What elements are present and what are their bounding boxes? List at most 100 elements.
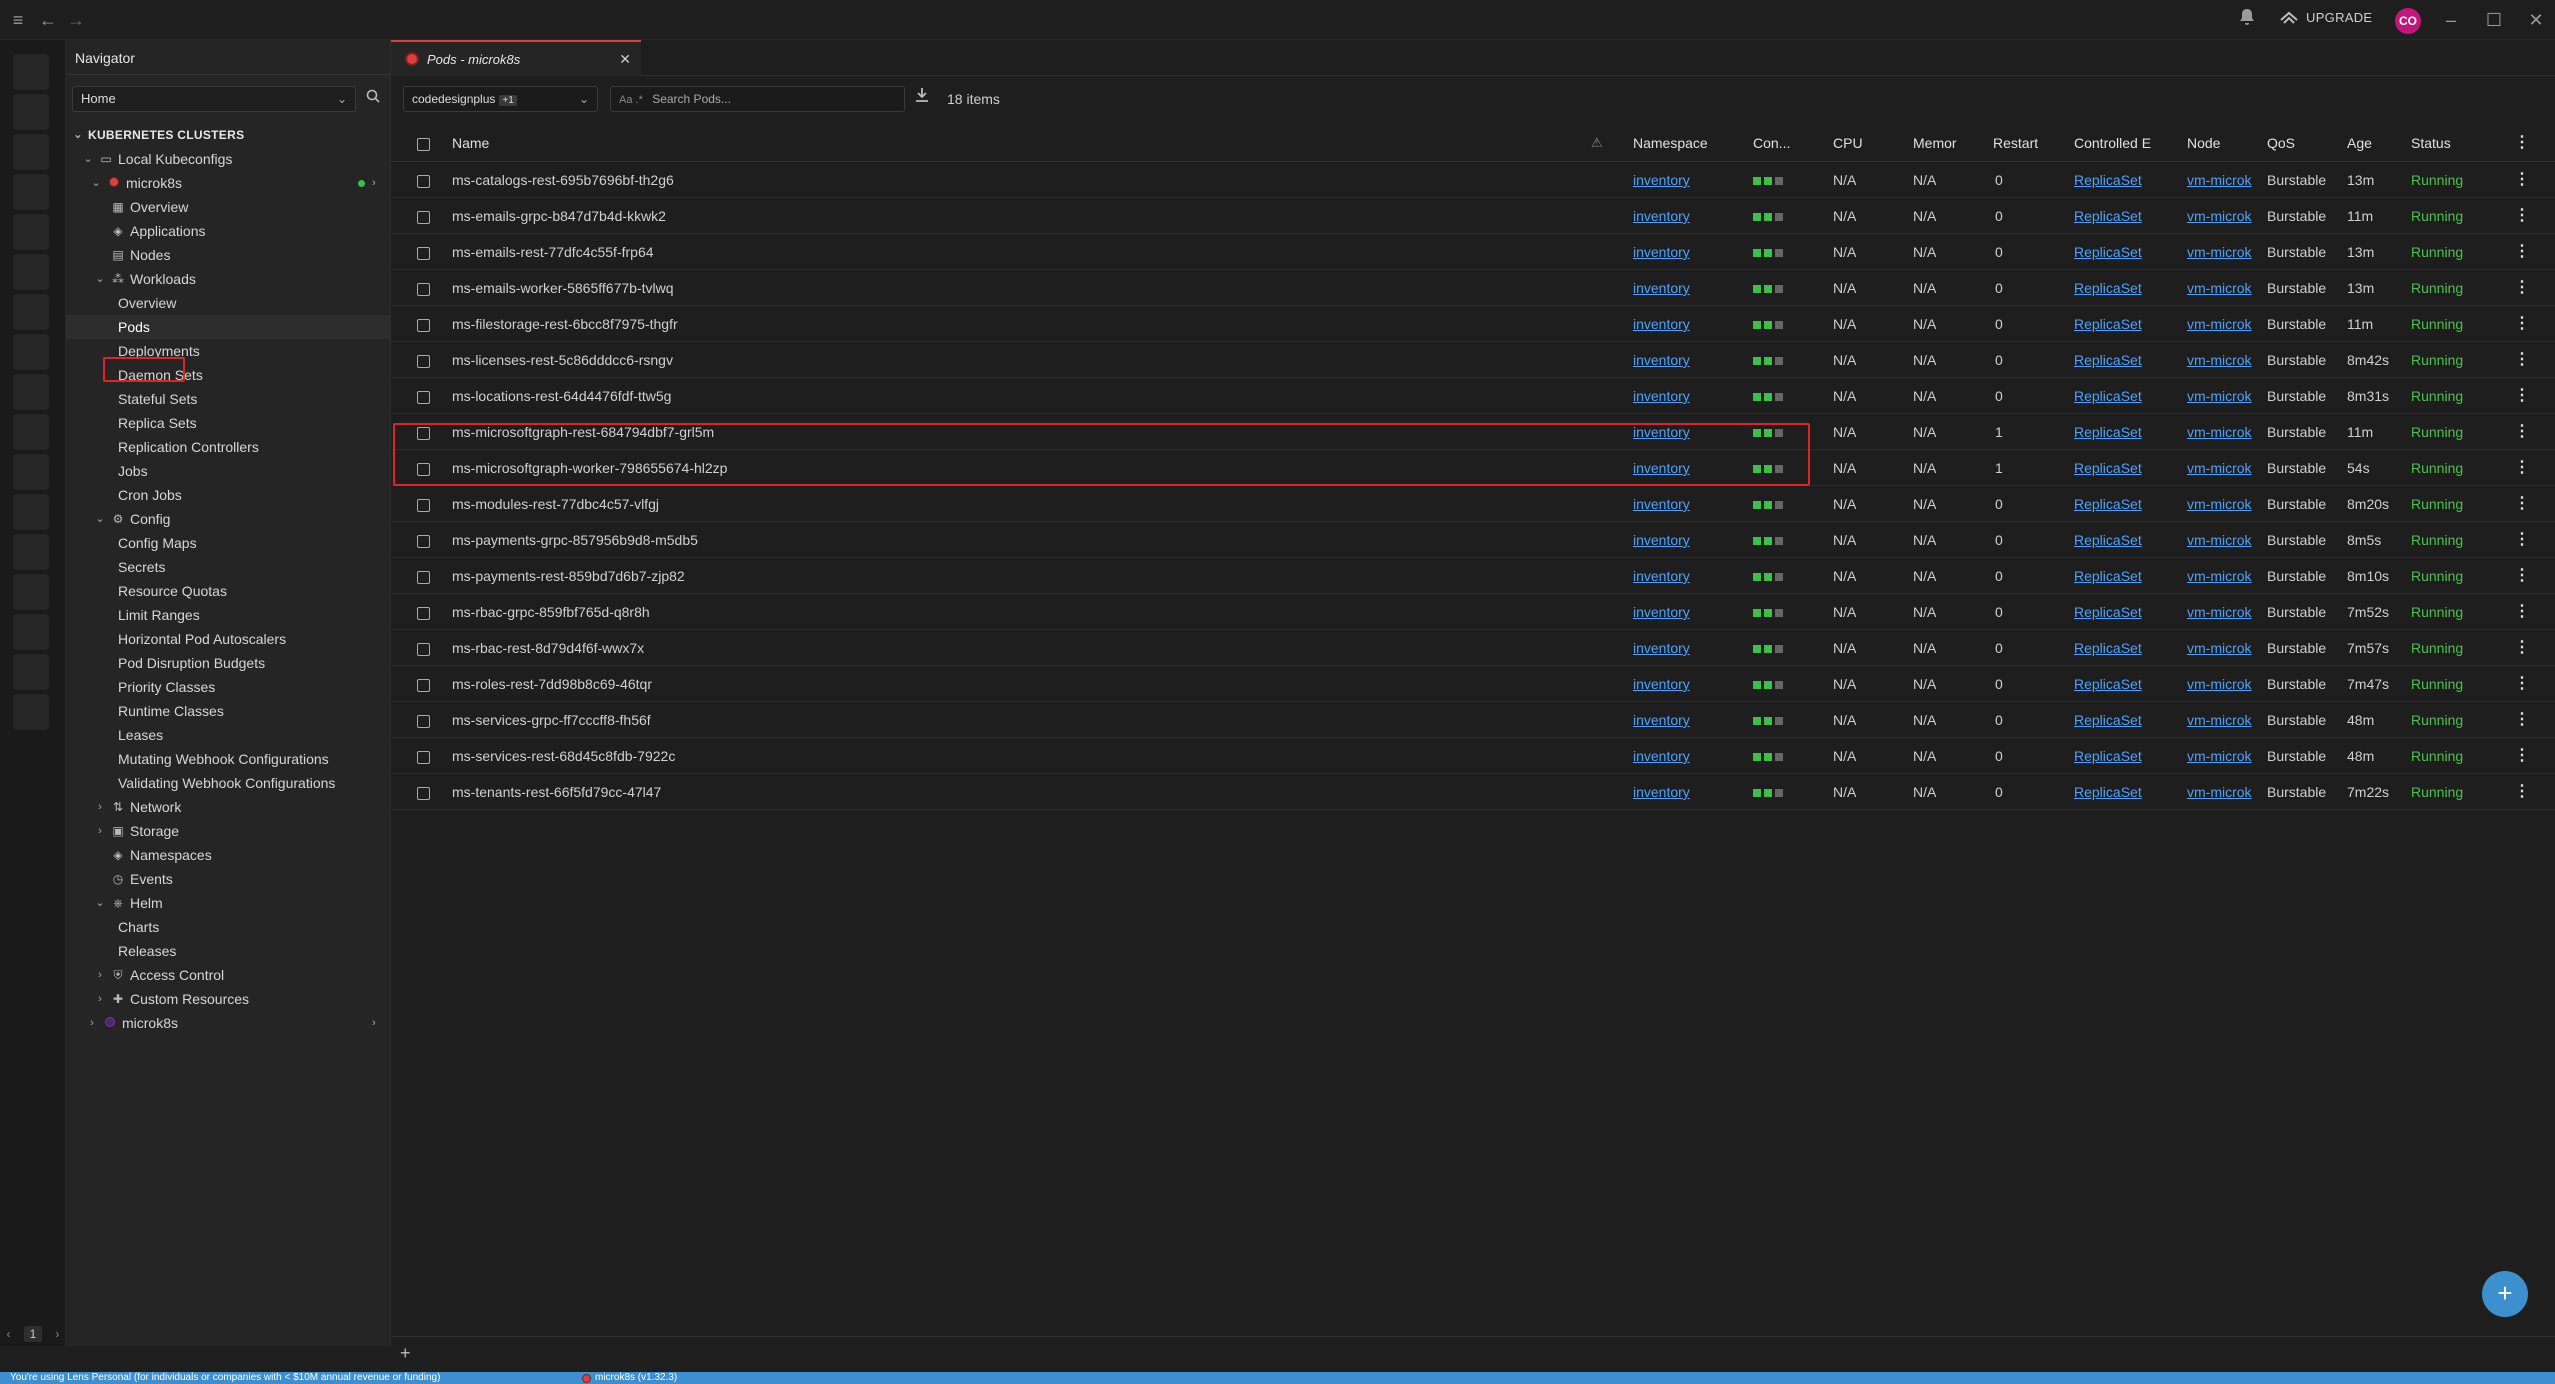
cell-namespace[interactable]: inventory bbox=[1633, 594, 1690, 630]
row-checkbox[interactable] bbox=[417, 198, 430, 234]
cell-controlled-by[interactable]: ReplicaSet bbox=[2074, 738, 2142, 774]
cell-node[interactable]: vm-microk bbox=[2187, 342, 2255, 378]
row-checkbox[interactable] bbox=[417, 738, 430, 774]
row-checkbox[interactable] bbox=[417, 702, 430, 738]
cell-node[interactable]: vm-microk bbox=[2187, 666, 2255, 702]
next-page-icon[interactable]: › bbox=[55, 1327, 59, 1341]
table-row[interactable]: ms-emails-rest-77dfc4c55f-frp64 inventory… bbox=[391, 234, 2555, 270]
cell-namespace[interactable]: inventory bbox=[1633, 234, 1690, 270]
sidebar-item-mutating-webhooks[interactable]: Mutating Webhook Configurations bbox=[118, 747, 329, 771]
upgrade-button[interactable]: UPGRADE bbox=[2280, 10, 2372, 25]
cell-node[interactable]: vm-microk bbox=[2187, 522, 2255, 558]
table-row[interactable]: ms-modules-rest-77dbc4c57-vlfgj inventory… bbox=[391, 486, 2555, 522]
row-menu-icon[interactable]: ⋮ bbox=[2514, 774, 2530, 810]
row-menu-icon[interactable]: ⋮ bbox=[2514, 594, 2530, 630]
menu-icon[interactable]: ≡ bbox=[6, 8, 30, 32]
row-checkbox[interactable] bbox=[417, 666, 430, 702]
row-menu-icon[interactable]: ⋮ bbox=[2514, 198, 2530, 234]
row-checkbox[interactable] bbox=[417, 162, 430, 198]
sidebar-item-charts[interactable]: Charts bbox=[118, 915, 159, 939]
sidebar-item-stateful-sets[interactable]: Stateful Sets bbox=[118, 387, 197, 411]
sidebar-item-replication-controllers[interactable]: Replication Controllers bbox=[118, 435, 259, 459]
sidebar-item-config[interactable]: ⌄ ⚙ Config bbox=[94, 507, 170, 531]
search-field[interactable]: Aa .* bbox=[610, 86, 905, 112]
cell-controlled-by[interactable]: ReplicaSet bbox=[2074, 450, 2142, 486]
sidebar-item-overview[interactable]: ▦ Overview bbox=[110, 195, 188, 219]
table-row[interactable]: ms-locations-rest-64d4476fdf-ttw5g invent… bbox=[391, 378, 2555, 414]
hotbar-item[interactable] bbox=[13, 54, 49, 90]
cell-namespace[interactable]: inventory bbox=[1633, 666, 1690, 702]
sidebar-item-pods[interactable]: Pods bbox=[66, 315, 390, 339]
sidebar-item-custom-resources[interactable]: › ✚ Custom Resources bbox=[94, 987, 249, 1011]
hotbar-item[interactable] bbox=[13, 134, 49, 170]
cell-node[interactable]: vm-microk bbox=[2187, 702, 2255, 738]
cell-node[interactable]: vm-microk bbox=[2187, 378, 2255, 414]
sidebar-item-workloads[interactable]: ⌄ ⁂ Workloads bbox=[94, 267, 196, 291]
sidebar-item-hpa[interactable]: Horizontal Pod Autoscalers bbox=[118, 627, 286, 651]
select-all-checkbox[interactable] bbox=[417, 124, 430, 162]
back-arrow-icon[interactable]: ← bbox=[36, 8, 60, 32]
cell-controlled-by[interactable]: ReplicaSet bbox=[2074, 414, 2142, 450]
sidebar-item-config-maps[interactable]: Config Maps bbox=[118, 531, 197, 555]
tree-section-clusters[interactable]: ⌄ KUBERNETES CLUSTERS bbox=[72, 123, 244, 147]
sidebar-item-replica-sets[interactable]: Replica Sets bbox=[118, 411, 197, 435]
sidebar-item-secrets[interactable]: Secrets bbox=[118, 555, 165, 579]
sidebar-item-access-control[interactable]: › ⛨ Access Control bbox=[94, 963, 224, 987]
prev-page-icon[interactable]: ‹ bbox=[7, 1327, 11, 1341]
row-checkbox[interactable] bbox=[417, 234, 430, 270]
row-menu-icon[interactable]: ⋮ bbox=[2514, 306, 2530, 342]
hotbar-item[interactable] bbox=[13, 254, 49, 290]
row-menu-icon[interactable]: ⋮ bbox=[2514, 666, 2530, 702]
hotbar-item[interactable] bbox=[13, 94, 49, 130]
table-row[interactable]: ms-emails-worker-5865ff677b-tvlwq invento… bbox=[391, 270, 2555, 306]
cell-node[interactable]: vm-microk bbox=[2187, 234, 2255, 270]
chevron-right-icon[interactable]: › bbox=[372, 171, 376, 195]
hotbar-item[interactable] bbox=[13, 614, 49, 650]
table-row[interactable]: ms-filestorage-rest-6bcc8f7975-thgfr inve… bbox=[391, 306, 2555, 342]
cell-node[interactable]: vm-microk bbox=[2187, 162, 2255, 198]
row-checkbox[interactable] bbox=[417, 630, 430, 666]
table-row[interactable]: ms-rbac-rest-8d79d4f6f-wwx7x inventory N/A… bbox=[391, 630, 2555, 666]
sidebar-item-storage[interactable]: › ▣ Storage bbox=[94, 819, 179, 843]
row-checkbox[interactable] bbox=[417, 306, 430, 342]
column-status[interactable]: Status bbox=[2411, 124, 2451, 162]
row-checkbox[interactable] bbox=[417, 486, 430, 522]
close-window-icon[interactable]: ✕ bbox=[2524, 8, 2548, 32]
search-icon[interactable] bbox=[362, 89, 384, 111]
hotbar-item[interactable] bbox=[13, 294, 49, 330]
row-menu-icon[interactable]: ⋮ bbox=[2514, 378, 2530, 414]
row-menu-icon[interactable]: ⋮ bbox=[2514, 162, 2530, 198]
cell-controlled-by[interactable]: ReplicaSet bbox=[2074, 630, 2142, 666]
table-row[interactable]: ms-payments-grpc-857956b9d8-m5db5 invento… bbox=[391, 522, 2555, 558]
row-checkbox[interactable] bbox=[417, 270, 430, 306]
column-name[interactable]: Name bbox=[452, 124, 489, 162]
minimize-icon[interactable]: – bbox=[2439, 8, 2463, 32]
column-controlled-by[interactable]: Controlled E bbox=[2074, 124, 2158, 162]
cell-namespace[interactable]: inventory bbox=[1633, 774, 1690, 810]
sidebar-item-runtime-classes[interactable]: Runtime Classes bbox=[118, 699, 224, 723]
table-row[interactable]: ms-payments-rest-859bd7d6b7-zjp82 invento… bbox=[391, 558, 2555, 594]
row-menu-icon[interactable]: ⋮ bbox=[2514, 414, 2530, 450]
cell-node[interactable]: vm-microk bbox=[2187, 594, 2255, 630]
cell-namespace[interactable]: inventory bbox=[1633, 630, 1690, 666]
sidebar-item-leases[interactable]: Leases bbox=[118, 723, 163, 747]
sidebar-item-applications[interactable]: ◈ Applications bbox=[110, 219, 205, 243]
cell-controlled-by[interactable]: ReplicaSet bbox=[2074, 486, 2142, 522]
cell-namespace[interactable]: inventory bbox=[1633, 558, 1690, 594]
cell-controlled-by[interactable]: ReplicaSet bbox=[2074, 306, 2142, 342]
cell-node[interactable]: vm-microk bbox=[2187, 774, 2255, 810]
forward-arrow-icon[interactable]: → bbox=[64, 8, 88, 32]
column-qos[interactable]: QoS bbox=[2267, 124, 2295, 162]
sidebar-item-events[interactable]: ◷ Events bbox=[110, 867, 173, 891]
cell-controlled-by[interactable]: ReplicaSet bbox=[2074, 522, 2142, 558]
cell-controlled-by[interactable]: ReplicaSet bbox=[2074, 378, 2142, 414]
hotbar-item[interactable] bbox=[13, 414, 49, 450]
cell-namespace[interactable]: inventory bbox=[1633, 522, 1690, 558]
cell-node[interactable]: vm-microk bbox=[2187, 198, 2255, 234]
cell-node[interactable]: vm-microk bbox=[2187, 414, 2255, 450]
column-namespace[interactable]: Namespace bbox=[1633, 124, 1708, 162]
cell-namespace[interactable]: inventory bbox=[1633, 198, 1690, 234]
cell-namespace[interactable]: inventory bbox=[1633, 378, 1690, 414]
tab-pods[interactable]: Pods - microk8s ✕ bbox=[391, 40, 641, 76]
sidebar-item-cron-jobs[interactable]: Cron Jobs bbox=[118, 483, 182, 507]
